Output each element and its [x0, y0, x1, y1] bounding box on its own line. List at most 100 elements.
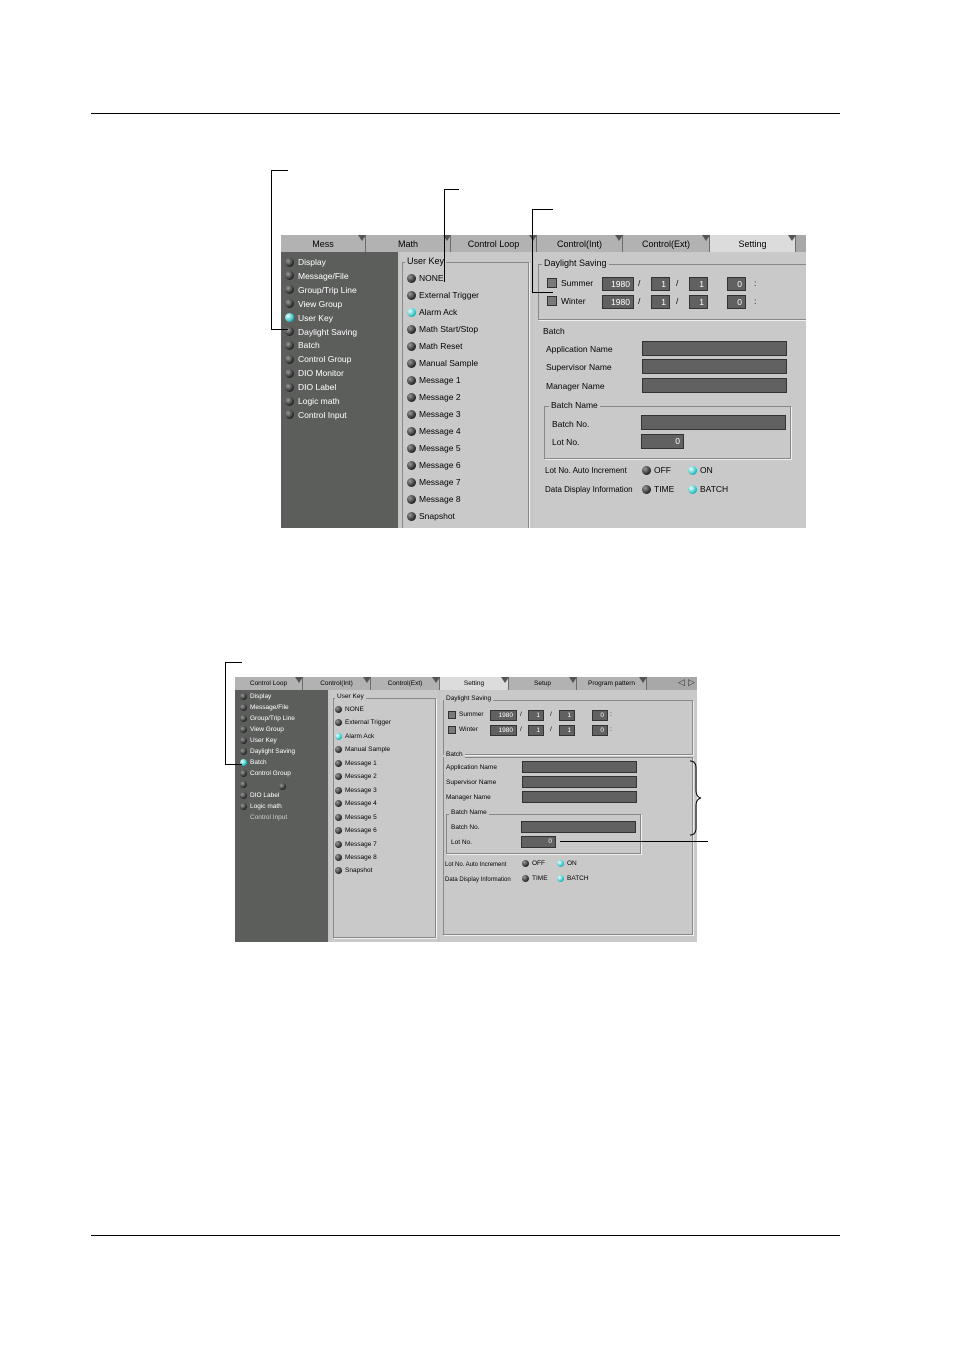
user-key-option-message-5[interactable]: Message 5	[335, 813, 377, 821]
tab2-program-pattern[interactable]: Program pattern	[577, 677, 647, 690]
user-key-option-message-8[interactable]: Message 8	[335, 853, 377, 861]
menu-item-control-input[interactable]: Control Input	[240, 814, 287, 821]
user-key-option-message-7[interactable]: Message 7	[335, 840, 377, 848]
tab-setting[interactable]: Setting	[710, 235, 796, 252]
user-key-option-none[interactable]: NONE	[335, 706, 364, 713]
display-info-option-time[interactable]: TIME	[642, 484, 674, 494]
batch-no-field-2[interactable]	[521, 821, 636, 833]
summer-hour-field[interactable]: 0	[727, 277, 746, 291]
summer-day-field[interactable]: 1	[689, 277, 708, 291]
summer-checkbox[interactable]	[448, 711, 456, 719]
winter-month-field[interactable]: 1	[528, 724, 544, 736]
application-name-field[interactable]	[642, 341, 787, 356]
user-key-option-message-2[interactable]: Message 2	[407, 392, 461, 402]
user-key-option-none[interactable]: NONE	[407, 273, 444, 283]
menu-item-dio-monitor[interactable]: DIO Monitor	[285, 368, 344, 378]
menu-item-view-group[interactable]: View Group	[240, 726, 284, 733]
tab-control-loop[interactable]: Control Loop	[451, 235, 537, 252]
display-info-option-batch[interactable]: BATCH	[688, 484, 728, 494]
user-key-option-message-1[interactable]: Message 1	[335, 759, 377, 767]
menu-item-batch[interactable]: Batch	[240, 759, 267, 766]
winter-year-field[interactable]: 1980	[490, 724, 517, 736]
winter-hour-field[interactable]: 0	[727, 295, 746, 309]
auto-increment-option-off[interactable]: OFF	[522, 860, 545, 867]
tab2-control-ext[interactable]: Control(Ext)	[371, 677, 440, 690]
user-key-option-snapshot[interactable]: Snapshot	[335, 867, 372, 875]
user-key-option-external-trigger[interactable]: External Trigger	[335, 719, 391, 727]
summer-month-field[interactable]: 1	[651, 277, 670, 291]
winter-month-field[interactable]: 1	[651, 295, 670, 309]
tab-mess[interactable]: Mess	[281, 235, 366, 252]
user-key-option-manual-sample[interactable]: Manual Sample	[407, 358, 478, 368]
menu-item-control-input[interactable]: Control Input	[285, 410, 347, 420]
tab-control-ext[interactable]: Control(Ext)	[623, 235, 710, 252]
lot-no-field-2[interactable]: 0	[521, 836, 556, 848]
menu-item-user-key[interactable]: User Key	[240, 737, 277, 744]
summer-year-field[interactable]: 1980	[602, 277, 634, 291]
user-key-option-message-1[interactable]: Message 1	[407, 375, 461, 385]
winter-checkbox[interactable]	[547, 296, 557, 306]
menu-item-daylight-saving[interactable]: Daylight Saving	[285, 327, 357, 337]
menu-item-control-group[interactable]: Control Group	[285, 354, 351, 364]
menu-item-logic-math[interactable]: Logic math	[240, 803, 282, 810]
user-key-option-message-7[interactable]: Message 7	[407, 477, 461, 487]
menu-item-dio-label[interactable]: DIO Label	[240, 792, 279, 799]
menu-item-batch[interactable]: Batch	[285, 340, 320, 350]
user-key-option-message-2[interactable]: Message 2	[335, 773, 377, 781]
tab2-control-int[interactable]: Control(Int)	[303, 677, 371, 690]
summer-month-field[interactable]: 1	[528, 710, 544, 721]
manager-name-field-2[interactable]	[522, 791, 637, 803]
auto-increment-option-on[interactable]: ON	[688, 465, 713, 475]
user-key-option-math-start-stop[interactable]: Math Start/Stop	[407, 324, 478, 334]
user-key-option-message-6[interactable]: Message 6	[407, 460, 461, 470]
menu-item-control-group[interactable]: Control Group	[240, 770, 291, 777]
user-key-option-message-3[interactable]: Message 3	[335, 786, 377, 794]
menu-item-display[interactable]: Display	[285, 257, 326, 267]
tab2-setup[interactable]: Setup	[509, 677, 577, 690]
user-key-option-alarm-ack[interactable]: Alarm Ack	[407, 307, 457, 317]
winter-day-field[interactable]: 1	[689, 295, 708, 309]
auto-increment-option-off[interactable]: OFF	[642, 465, 671, 475]
menu-item-message-file[interactable]: Message/File	[285, 271, 349, 281]
menu-item-message-file[interactable]: Message/File	[240, 704, 289, 711]
menu-item-user-key[interactable]: User Key	[285, 313, 333, 323]
user-key-option-manual-sample[interactable]: Manual Sample	[335, 746, 390, 754]
user-key-option-math-reset[interactable]: Math Reset	[407, 341, 462, 351]
menu-item-group-trip-line[interactable]: Group/Trip Line	[285, 285, 357, 295]
user-key-option-message-5[interactable]: Message 5	[407, 443, 461, 453]
tab-math[interactable]: Math	[366, 235, 451, 252]
supervisor-name-field-2[interactable]	[522, 776, 637, 788]
tab2-control-loop[interactable]: Control Loop	[235, 677, 303, 690]
menu-item-group-trip-line[interactable]: Group/Trip Line	[240, 715, 295, 722]
tab2-setting[interactable]: Setting	[440, 677, 509, 690]
summer-year-field[interactable]: 1980	[490, 710, 517, 721]
tab-scroll-right-icon[interactable]: ▷	[688, 677, 695, 688]
user-key-option-message-6[interactable]: Message 6	[335, 827, 377, 835]
tab-scroll-left-icon[interactable]: ◁	[678, 677, 685, 688]
supervisor-name-field[interactable]	[642, 359, 787, 374]
summer-hour-field[interactable]: 0	[592, 710, 608, 721]
menu-item-unlabeled[interactable]	[240, 781, 250, 788]
user-key-option-external-trigger[interactable]: External Trigger	[407, 290, 479, 300]
display-info-option-time[interactable]: TIME	[522, 875, 548, 882]
menu-item-view-group[interactable]: View Group	[285, 299, 342, 309]
application-name-field-2[interactable]	[522, 761, 637, 773]
menu-item-dio-label[interactable]: DIO Label	[285, 382, 336, 392]
lot-no-field[interactable]: 0	[641, 434, 684, 449]
user-key-option-snapshot[interactable]: Snapshot	[407, 511, 455, 521]
menu-item-logic-math[interactable]: Logic math	[285, 396, 340, 406]
user-key-option-alarm-ack[interactable]: Alarm Ack	[335, 732, 374, 740]
batch-no-field[interactable]	[641, 415, 786, 430]
winter-year-field[interactable]: 1980	[602, 295, 634, 309]
user-key-option-message-3[interactable]: Message 3	[407, 409, 461, 419]
user-key-option-message-4[interactable]: Message 4	[335, 800, 377, 808]
user-key-option-message-8[interactable]: Message 8	[407, 494, 461, 504]
menu-item-daylight-saving[interactable]: Daylight Saving	[240, 748, 295, 755]
user-key-option-message-4[interactable]: Message 4	[407, 426, 461, 436]
menu-item-display[interactable]: Display	[240, 693, 271, 700]
winter-day-field[interactable]: 1	[559, 724, 575, 736]
display-info-option-batch[interactable]: BATCH	[557, 875, 589, 882]
summer-day-field[interactable]: 1	[559, 710, 575, 721]
winter-checkbox[interactable]	[448, 725, 456, 734]
manager-name-field[interactable]	[642, 378, 787, 393]
